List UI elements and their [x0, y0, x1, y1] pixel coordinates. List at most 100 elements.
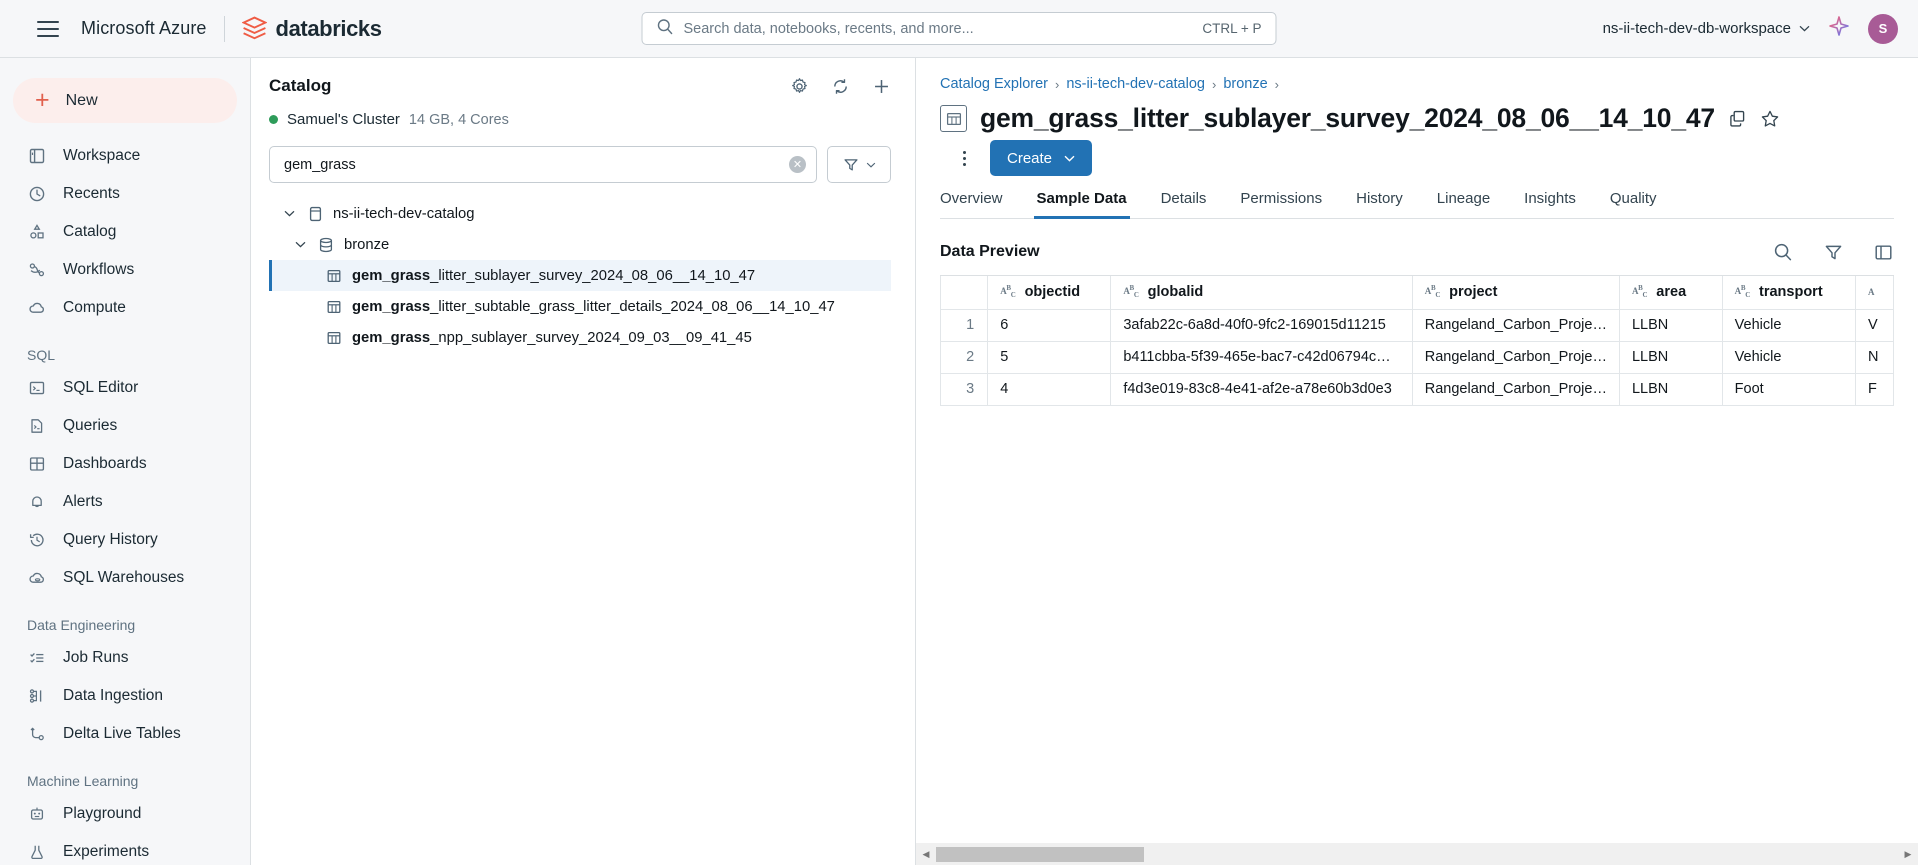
- tab-lineage[interactable]: Lineage: [1420, 190, 1507, 218]
- queries-icon: [27, 416, 47, 436]
- sidebar-item-compute[interactable]: Compute: [0, 289, 250, 327]
- sidebar-item-label: Alerts: [63, 493, 103, 510]
- avatar[interactable]: S: [1868, 13, 1898, 44]
- sidebar-item-data-ingestion[interactable]: Data Ingestion: [0, 677, 250, 715]
- string-type-icon: ABC: [1631, 284, 1648, 300]
- scrollbar-track[interactable]: [934, 846, 1900, 862]
- tab-history[interactable]: History: [1339, 190, 1420, 218]
- tab-insights[interactable]: Insights: [1507, 190, 1593, 218]
- sidebar-item-job-runs[interactable]: Job Runs: [0, 639, 250, 677]
- tab-details[interactable]: Details: [1144, 190, 1224, 218]
- column-header-globalid[interactable]: ABC globalid: [1110, 276, 1413, 310]
- column-header-objectid[interactable]: ABC objectid: [987, 276, 1112, 310]
- sidebar-item-sql-warehouses[interactable]: SQL Warehouses: [0, 559, 250, 597]
- sidebar-item-queries[interactable]: Queries: [0, 407, 250, 445]
- star-icon[interactable]: [1760, 109, 1780, 129]
- sidebar-section-machine-learning: Machine Learning: [27, 773, 139, 789]
- create-button[interactable]: Create: [990, 140, 1093, 176]
- clear-icon[interactable]: ✕: [789, 156, 806, 173]
- row-number-header: [940, 276, 989, 310]
- sidebar-item-label: SQL Warehouses: [63, 569, 185, 586]
- tab-overview[interactable]: Overview: [940, 190, 1020, 218]
- new-button[interactable]: + New: [13, 78, 237, 123]
- cell-globalid: 3afab22c-6a8d-40f0-9fc2-169015d11215: [1110, 309, 1413, 342]
- tree-label: ns-ii-tech-dev-catalog: [333, 205, 475, 222]
- sidebar-item-playground[interactable]: Playground: [0, 795, 250, 833]
- chevron-down-icon[interactable]: [281, 210, 297, 217]
- catalog-icon: [27, 222, 47, 242]
- horizontal-scrollbar[interactable]: ◀ ▶: [916, 843, 1918, 865]
- catalog-db-icon: [306, 206, 324, 222]
- cloud-icon: [27, 298, 47, 318]
- tree-row-catalog[interactable]: ns-ii-tech-dev-catalog: [269, 198, 891, 229]
- workspace-selector[interactable]: ns-ii-tech-dev-db-workspace: [1603, 20, 1810, 37]
- search-input[interactable]: [683, 20, 1193, 37]
- sparkle-icon[interactable]: [1828, 15, 1850, 42]
- action-row: Create: [940, 140, 1894, 176]
- cluster-status[interactable]: Samuel's Cluster 14 GB, 4 Cores: [269, 111, 891, 128]
- sidebar-item-experiments[interactable]: Experiments: [0, 833, 250, 865]
- sidebar-item-alerts[interactable]: Alerts: [0, 483, 250, 521]
- cell-transport: Vehicle: [1722, 341, 1856, 374]
- search-icon[interactable]: [1772, 241, 1794, 263]
- gear-icon[interactable]: [789, 76, 809, 96]
- plus-icon[interactable]: [871, 76, 891, 96]
- side-panel-icon[interactable]: [1872, 241, 1894, 263]
- cluster-status-dot: [269, 115, 278, 124]
- tree-row-table-selected[interactable]: gem_grass_litter_sublayer_survey_2024_08…: [269, 260, 891, 291]
- table-row[interactable]: 1 6 3afab22c-6a8d-40f0-9fc2-169015d11215…: [940, 309, 1894, 342]
- column-header-project[interactable]: ABC project: [1412, 276, 1620, 310]
- scrollbar-thumb[interactable]: [936, 846, 1144, 862]
- column-header-area[interactable]: ABC area: [1619, 276, 1723, 310]
- string-type-icon: ABC: [1424, 284, 1441, 300]
- catalog-search-input[interactable]: [284, 156, 789, 173]
- tree-row-table[interactable]: gem_grass_npp_sublayer_survey_2024_09_03…: [269, 322, 891, 353]
- top-bar: Microsoft Azure databricks CTRL + P ns-i…: [0, 0, 1918, 58]
- tab-permissions[interactable]: Permissions: [1223, 190, 1339, 218]
- sidebar-item-workflows[interactable]: Workflows: [0, 251, 250, 289]
- string-type-icon: ABC: [1123, 284, 1139, 300]
- tab-sample-data[interactable]: Sample Data: [1020, 190, 1144, 219]
- chevron-down-icon[interactable]: [292, 241, 308, 248]
- sidebar-item-dashboards[interactable]: Dashboards: [0, 445, 250, 483]
- global-search[interactable]: CTRL + P: [641, 12, 1277, 45]
- copy-icon[interactable]: [1728, 109, 1747, 128]
- breadcrumb-item-schema[interactable]: bronze: [1223, 76, 1267, 92]
- catalog-filter-button[interactable]: [827, 146, 891, 183]
- hamburger-icon[interactable]: [37, 20, 59, 37]
- sidebar-item-query-history[interactable]: Query History: [0, 521, 250, 559]
- scroll-left-arrow[interactable]: ◀: [918, 849, 934, 860]
- cell-partial: V: [1855, 309, 1894, 342]
- scroll-right-arrow[interactable]: ▶: [1900, 849, 1916, 860]
- tab-quality[interactable]: Quality: [1593, 190, 1674, 218]
- catalog-search[interactable]: ✕: [269, 146, 817, 183]
- breadcrumb-item-catalog[interactable]: ns-ii-tech-dev-catalog: [1066, 76, 1205, 92]
- sidebar-item-sql-editor[interactable]: SQL Editor: [0, 369, 250, 407]
- bell-icon: [27, 492, 47, 512]
- breadcrumb: Catalog Explorer › ns-ii-tech-dev-catalo…: [940, 76, 1894, 92]
- column-header-partial[interactable]: A: [1855, 276, 1894, 310]
- table-row[interactable]: 3 4 f4d3e019-83c8-4e41-af2e-a78e60b3d0e3…: [940, 373, 1894, 406]
- kebab-menu-icon[interactable]: [954, 150, 974, 166]
- azure-label: Microsoft Azure: [81, 18, 207, 38]
- tree-row-table[interactable]: gem_grass_litter_subtable_grass_litter_d…: [269, 291, 891, 322]
- table-row[interactable]: 2 5 b411cbba-5f39-465e-bac7-c42d06794c… …: [940, 341, 1894, 374]
- databricks-logo[interactable]: databricks: [240, 16, 382, 42]
- catalog-tree: ns-ii-tech-dev-catalog bronze gem_grass_…: [269, 198, 891, 353]
- refresh-icon[interactable]: [830, 76, 850, 96]
- sidebar-item-recents[interactable]: Recents: [0, 175, 250, 213]
- tree-row-schema[interactable]: bronze: [269, 229, 891, 260]
- sidebar-item-delta-live-tables[interactable]: Delta Live Tables: [0, 715, 250, 753]
- data-preview-table-wrapper: ABC objectid ABC globalid ABC project AB…: [940, 275, 1894, 406]
- sidebar-item-label: Recents: [63, 185, 120, 202]
- data-preview-title: Data Preview: [940, 243, 1040, 260]
- column-header-transport[interactable]: ABC transport: [1722, 276, 1856, 310]
- sidebar-item-catalog[interactable]: Catalog: [0, 213, 250, 251]
- tab-bar: Overview Sample Data Details Permissions…: [940, 190, 1894, 219]
- workspace-icon: [27, 146, 47, 166]
- filter-icon[interactable]: [1822, 241, 1844, 263]
- sidebar-item-workspace[interactable]: Workspace: [0, 137, 250, 175]
- tree-label: gem_grass_litter_sublayer_survey_2024_08…: [352, 268, 755, 284]
- breadcrumb-item-catalog-explorer[interactable]: Catalog Explorer: [940, 76, 1048, 92]
- cell-area: LLBN: [1619, 309, 1723, 342]
